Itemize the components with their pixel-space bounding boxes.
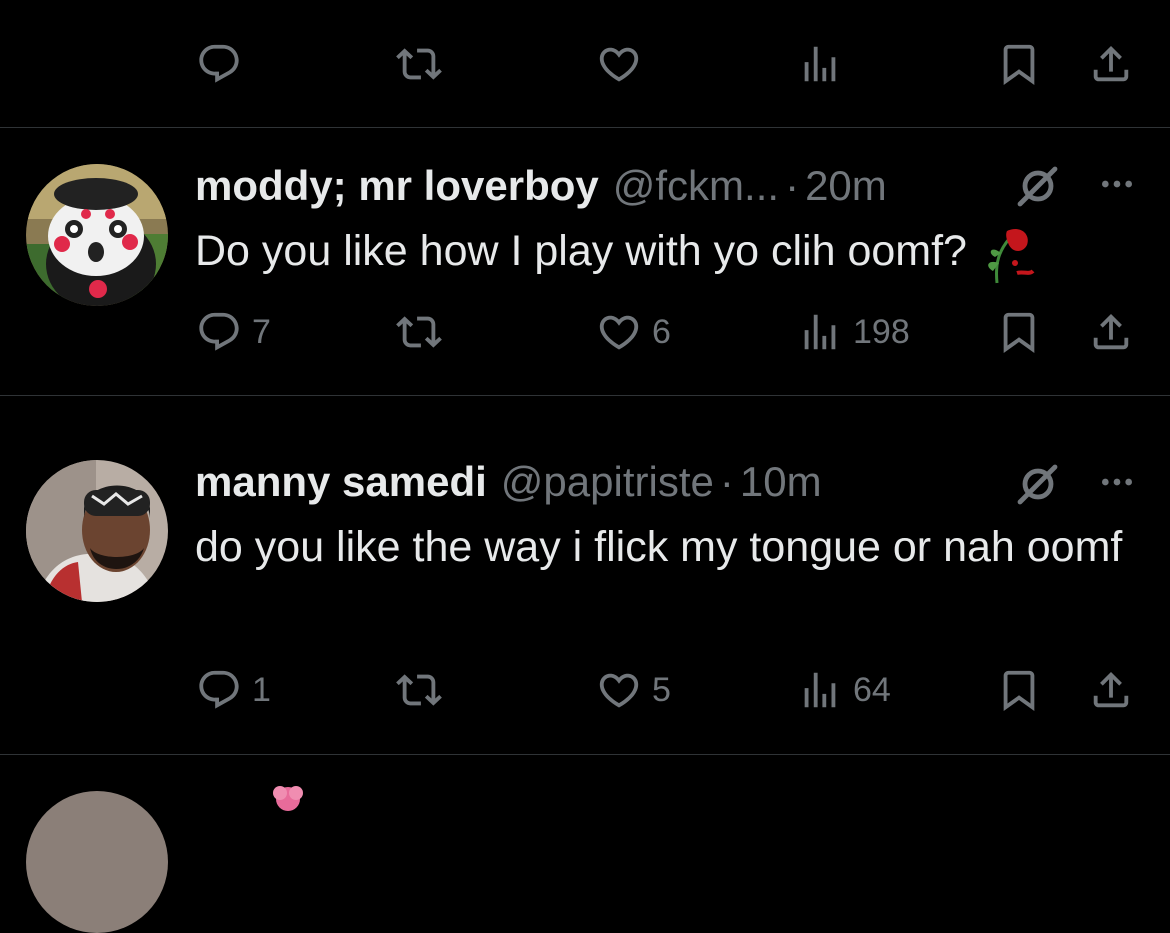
share-icon xyxy=(1088,41,1134,87)
user-handle[interactable]: @fckm... xyxy=(613,162,779,210)
tweet-partial[interactable] xyxy=(0,755,1170,933)
tweet-action-bar: 1 5 64 xyxy=(0,660,1170,720)
like-button[interactable]: 5 xyxy=(596,660,671,720)
like-count: 5 xyxy=(652,671,671,709)
retweet-button[interactable] xyxy=(396,660,452,720)
wilted-rose-emoji xyxy=(988,228,1035,283)
timestamp[interactable]: 20m xyxy=(805,162,887,210)
views-button[interactable]: 198 xyxy=(797,302,910,362)
views-icon xyxy=(797,41,843,87)
separator-dot: · xyxy=(785,162,800,209)
retweet-button[interactable] xyxy=(396,302,452,362)
avatar[interactable] xyxy=(26,164,168,306)
user-handle[interactable]: @papitriste xyxy=(501,458,714,506)
like-icon xyxy=(596,309,642,355)
like-button[interactable] xyxy=(596,34,642,94)
share-icon xyxy=(1088,309,1134,355)
bookmark-icon xyxy=(996,41,1042,87)
like-icon xyxy=(596,41,642,87)
bookmark-icon xyxy=(996,309,1042,355)
more-icon[interactable] xyxy=(1094,164,1140,204)
timestamp[interactable]: 10m xyxy=(740,458,822,506)
reply-button[interactable]: 1 xyxy=(196,660,271,720)
retweet-icon xyxy=(396,309,442,355)
reply-button[interactable] xyxy=(196,34,242,94)
reply-icon xyxy=(196,667,242,713)
bookmark-button[interactable] xyxy=(996,34,1042,94)
flower-emoji xyxy=(273,786,303,811)
reply-count: 1 xyxy=(252,671,271,709)
reply-icon xyxy=(196,41,242,87)
like-count: 6 xyxy=(652,313,671,351)
tweet-header: manny samedi @papitriste · 10m xyxy=(195,454,822,510)
bookmark-icon xyxy=(996,667,1042,713)
share-button[interactable] xyxy=(1088,302,1134,362)
retweet-button[interactable] xyxy=(396,34,442,94)
view-count: 198 xyxy=(853,313,910,351)
bookmark-button[interactable] xyxy=(996,660,1042,720)
tweet[interactable]: manny samedi @papitriste · 10m do you li… xyxy=(0,396,1170,754)
reply-icon xyxy=(196,309,242,355)
share-button[interactable] xyxy=(1088,34,1134,94)
reply-button[interactable]: 7 xyxy=(196,302,271,362)
avatar[interactable] xyxy=(26,460,168,602)
retweet-icon xyxy=(396,41,442,87)
prev-tweet-action-bar xyxy=(0,34,1170,94)
separator-dot: · xyxy=(719,458,734,505)
avatar[interactable] xyxy=(26,791,168,933)
tweet[interactable]: moddy; mr loverboy @fckm... · 20m Do you… xyxy=(0,128,1170,395)
grok-icon[interactable] xyxy=(1014,460,1062,508)
share-icon xyxy=(1088,667,1134,713)
tweet-action-bar: 7 6 198 xyxy=(0,302,1170,362)
retweet-icon xyxy=(396,667,442,713)
tweet-text-content: do you like the way i flick my tongue or… xyxy=(195,523,1123,571)
like-icon xyxy=(596,667,642,713)
views-button[interactable] xyxy=(797,34,843,94)
tweet-header: moddy; mr loverboy @fckm... · 20m xyxy=(195,158,887,214)
tweet-text-content: Do you like how I play with yo clih oomf… xyxy=(195,227,967,275)
display-name[interactable]: manny samedi xyxy=(195,458,487,506)
views-icon xyxy=(797,667,843,713)
like-button[interactable]: 6 xyxy=(596,302,671,362)
views-button[interactable]: 64 xyxy=(797,660,891,720)
tweet-text: do you like the way i flick my tongue or… xyxy=(195,518,1135,576)
reply-count: 7 xyxy=(252,313,271,351)
bookmark-button[interactable] xyxy=(996,302,1042,362)
grok-icon[interactable] xyxy=(1014,162,1062,210)
tweet-text: Do you like how I play with yo clih oomf… xyxy=(195,222,1135,285)
share-button[interactable] xyxy=(1088,660,1134,720)
more-icon[interactable] xyxy=(1094,462,1140,502)
views-icon xyxy=(797,309,843,355)
display-name[interactable]: moddy; mr loverboy xyxy=(195,162,599,210)
view-count: 64 xyxy=(853,671,891,709)
